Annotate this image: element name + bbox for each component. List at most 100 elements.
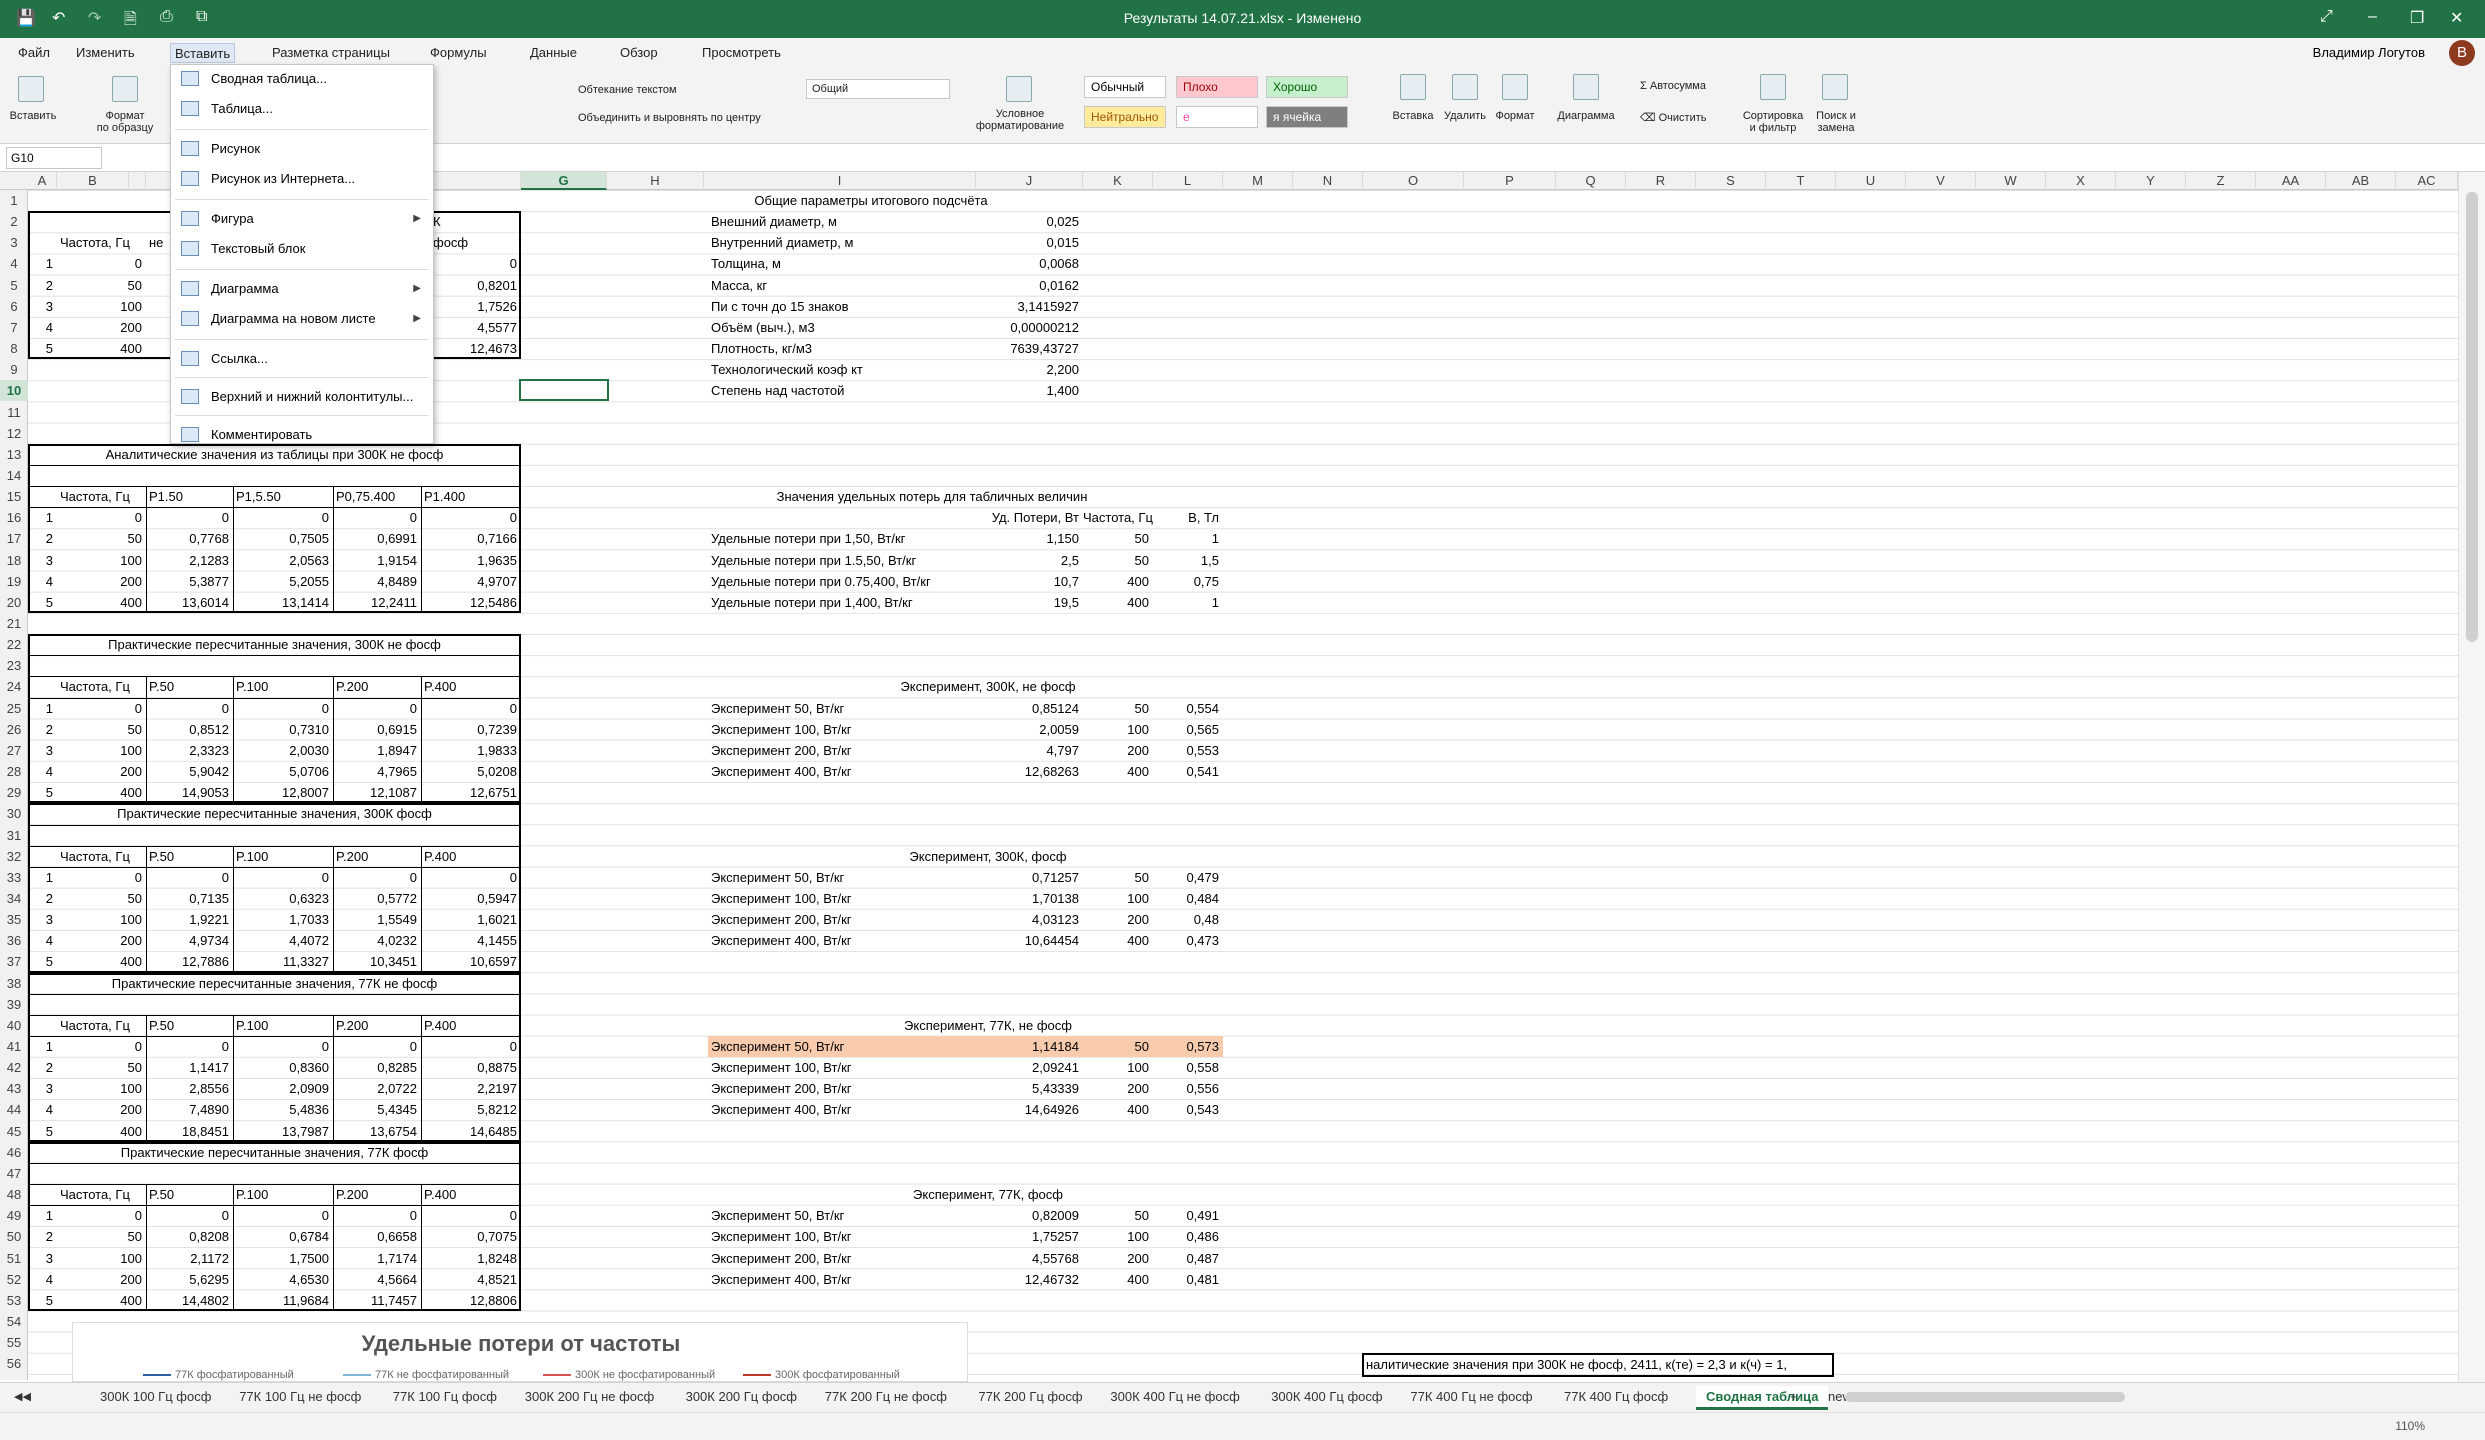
- column-header-hidden[interactable]: [129, 172, 146, 190]
- row-header[interactable]: 1: [0, 190, 28, 211]
- insert-menu-item[interactable]: Текстовый блок: [171, 235, 433, 263]
- row-header[interactable]: 14: [0, 465, 28, 486]
- row-header[interactable]: 45: [0, 1121, 28, 1142]
- menu-view[interactable]: Просмотреть: [698, 43, 785, 63]
- insert-cells-icon[interactable]: [1400, 74, 1426, 100]
- sheet-tab[interactable]: 300К 400 Гц не фосф: [1110, 1389, 1239, 1404]
- column-header-G[interactable]: G: [521, 172, 607, 190]
- row-header[interactable]: 8: [0, 338, 28, 359]
- row-header[interactable]: 2: [0, 211, 28, 232]
- row-header[interactable]: 13: [0, 444, 28, 465]
- insert-menu-item[interactable]: Рисунок: [171, 135, 433, 163]
- row-header[interactable]: 31: [0, 825, 28, 846]
- row-header[interactable]: 10: [0, 380, 28, 402]
- menu-review[interactable]: Обзор: [616, 43, 662, 63]
- row-header[interactable]: 23: [0, 655, 28, 676]
- sheet-tab[interactable]: 77К 400 Гц не фосф: [1410, 1389, 1532, 1404]
- sheet-tab[interactable]: 77К 200 Гц фосф: [978, 1389, 1082, 1404]
- sort-filter-icon[interactable]: [1760, 74, 1786, 100]
- format-painter-button[interactable]: Формат по образцу: [94, 110, 156, 134]
- row-header[interactable]: 7: [0, 317, 28, 338]
- row-header[interactable]: 56: [0, 1353, 28, 1374]
- row-header[interactable]: 32: [0, 846, 28, 867]
- restore-icon[interactable]: ❐: [2410, 8, 2424, 28]
- row-header[interactable]: 42: [0, 1057, 28, 1078]
- column-header-X[interactable]: X: [2046, 172, 2116, 190]
- column-header-T[interactable]: T: [1766, 172, 1836, 190]
- row-header[interactable]: 20: [0, 592, 28, 613]
- number-format-select[interactable]: Общий: [806, 79, 950, 99]
- column-header-AC[interactable]: AC: [2396, 172, 2458, 190]
- row-header[interactable]: 47: [0, 1163, 28, 1184]
- format-cells-button[interactable]: Формат: [1490, 110, 1540, 122]
- row-header[interactable]: 52: [0, 1269, 28, 1290]
- column-header-W[interactable]: W: [1976, 172, 2046, 190]
- column-header-Z[interactable]: Z: [2186, 172, 2256, 190]
- conditional-format-button[interactable]: Условное форматирование: [966, 108, 1074, 132]
- row-header[interactable]: 3: [0, 232, 28, 253]
- menu-edit[interactable]: Изменить: [72, 43, 139, 63]
- row-header[interactable]: 9: [0, 359, 28, 380]
- sheet-tab[interactable]: 77К 200 Гц не фосф: [825, 1389, 947, 1404]
- row-header[interactable]: 53: [0, 1290, 28, 1311]
- row-header[interactable]: 30: [0, 803, 28, 824]
- row-header[interactable]: 37: [0, 951, 28, 972]
- row-header[interactable]: 19: [0, 571, 28, 592]
- conditional-format-icon[interactable]: [1006, 76, 1032, 102]
- sheet-tab[interactable]: 300К 200 Гц не фосф: [525, 1389, 654, 1404]
- minimize-icon[interactable]: –: [2368, 8, 2377, 26]
- row-header[interactable]: 24: [0, 676, 28, 697]
- column-header-P[interactable]: P: [1464, 172, 1556, 190]
- tab-scroll-first-icon[interactable]: ◀◀: [14, 1390, 31, 1403]
- row-header[interactable]: 27: [0, 740, 28, 761]
- row-header[interactable]: 28: [0, 761, 28, 782]
- column-header-Q[interactable]: Q: [1556, 172, 1626, 190]
- embedded-chart[interactable]: Удельные потери от частоты 77К фосфатиро…: [72, 1322, 968, 1382]
- style-bad[interactable]: Плохо: [1176, 76, 1258, 98]
- column-header-S[interactable]: S: [1696, 172, 1766, 190]
- paste-button[interactable]: Вставить: [8, 110, 58, 122]
- row-header[interactable]: 43: [0, 1078, 28, 1099]
- column-header-L[interactable]: L: [1153, 172, 1223, 190]
- sheet-tab[interactable]: 77К 400 Гц фосф: [1564, 1389, 1668, 1404]
- insert-menu-item[interactable]: Фигура ▶: [171, 205, 433, 233]
- column-header-I[interactable]: I: [704, 172, 976, 190]
- menu-data[interactable]: Данные: [526, 43, 581, 63]
- row-header[interactable]: 34: [0, 888, 28, 909]
- sheet-tab[interactable]: 300К 100 Гц фосф: [100, 1389, 211, 1404]
- row-header[interactable]: 48: [0, 1184, 28, 1205]
- row-header[interactable]: 4: [0, 253, 28, 274]
- vertical-scroll-thumb[interactable]: [2466, 192, 2478, 642]
- formula-input[interactable]: [124, 147, 2454, 169]
- row-header[interactable]: 21: [0, 613, 28, 634]
- find-replace-icon[interactable]: [1822, 74, 1848, 100]
- chart-icon[interactable]: [1573, 74, 1599, 100]
- clear-button[interactable]: ⌫ Очистить: [1640, 112, 1707, 124]
- sheet-tab[interactable]: 300К 400 Гц фосф: [1271, 1389, 1382, 1404]
- zoom-level[interactable]: 110%: [2395, 1419, 2425, 1433]
- row-header[interactable]: 40: [0, 1015, 28, 1036]
- row-header[interactable]: 50: [0, 1226, 28, 1247]
- row-header[interactable]: 54: [0, 1311, 28, 1332]
- style-neutral[interactable]: Нейтрально: [1084, 106, 1166, 128]
- row-header[interactable]: 49: [0, 1205, 28, 1226]
- menu-formulas[interactable]: Формулы: [426, 43, 491, 63]
- horizontal-scroll-thumb[interactable]: [1845, 1392, 2125, 1402]
- column-header-U[interactable]: U: [1836, 172, 1906, 190]
- menu-insert[interactable]: Вставить: [170, 43, 236, 63]
- column-header-V[interactable]: V: [1906, 172, 1976, 190]
- column-header-N[interactable]: N: [1293, 172, 1363, 190]
- menu-page-layout[interactable]: Разметка страницы: [268, 43, 394, 63]
- sheet-tab[interactable]: 77К 100 Гц фосф: [393, 1389, 497, 1404]
- vertical-scrollbar[interactable]: [2458, 172, 2485, 1382]
- row-header[interactable]: 6: [0, 296, 28, 317]
- fullscreen-icon[interactable]: ⤢: [2320, 8, 2333, 26]
- insert-menu-item[interactable]: Ссылка...: [171, 345, 433, 373]
- row-header[interactable]: 44: [0, 1099, 28, 1120]
- sheet-tab[interactable]: Сводная таблица: [1696, 1386, 1829, 1410]
- row-header[interactable]: 46: [0, 1142, 28, 1163]
- row-header[interactable]: 16: [0, 507, 28, 528]
- column-header-H[interactable]: H: [607, 172, 704, 190]
- insert-menu-item[interactable]: Рисунок из Интернета...: [171, 165, 433, 193]
- insert-cells-button[interactable]: Вставка: [1390, 110, 1436, 122]
